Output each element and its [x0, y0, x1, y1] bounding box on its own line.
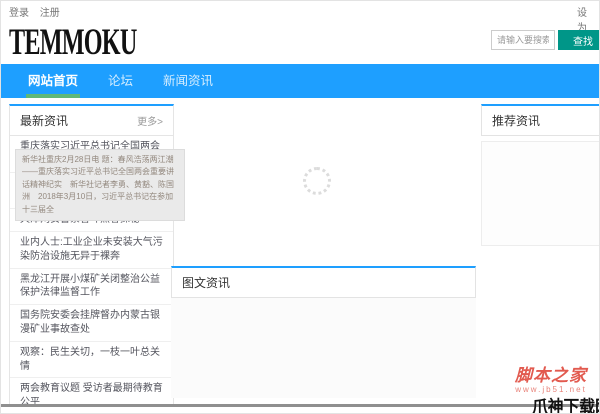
- latest-news-title: 最新资讯: [20, 114, 69, 128]
- jb51-watermark: 脚本之家 www.jb51.net: [509, 367, 593, 394]
- recommended-body: [481, 141, 599, 246]
- news-item[interactable]: 国务院安委会挂牌督办内蒙古银漫矿业事故查处: [10, 305, 173, 342]
- news-item[interactable]: 黑龙江开展小煤矿关闭整治公益保护法律监督工作: [10, 269, 173, 306]
- nav-item[interactable]: 论坛: [93, 64, 148, 98]
- main-nav: 网站首页 论坛 新闻资讯: [1, 64, 599, 98]
- recommended-title: 推荐资讯: [492, 114, 541, 128]
- corner-watermark: 爪神下载网: [532, 397, 599, 414]
- photo-news-header: 图文资讯: [171, 266, 476, 298]
- search-input[interactable]: [491, 30, 555, 50]
- photo-news-panel: 图文资讯: [171, 266, 476, 398]
- nav-item[interactable]: 新闻资讯: [148, 64, 228, 98]
- more-link[interactable]: 更多>: [137, 113, 163, 128]
- search-button[interactable]: 查找: [558, 30, 599, 50]
- jb51-site-name: 脚本之家: [515, 366, 587, 385]
- photo-news-body: [171, 298, 476, 398]
- news-item[interactable]: 业内人士:工业企业未安装大气污染防治设施无异于裸奔: [10, 232, 173, 269]
- recommended-panel: 推荐资讯: [481, 104, 599, 246]
- nav-item[interactable]: 网站首页: [13, 64, 93, 98]
- loading-spinner: [303, 167, 331, 195]
- jb51-site-url: www.jb51.net: [515, 385, 587, 394]
- page-bottom-border: [1, 404, 599, 407]
- topbar-right: 设为: [577, 4, 591, 34]
- news-item[interactable]: 观察：民生关切，一枝一叶总关情: [10, 342, 173, 379]
- site-logo: TEMMOKU: [9, 21, 137, 63]
- search-bar: 查找: [491, 30, 599, 50]
- news-item[interactable]: 两会教育议题 受访者最期待教育公平: [10, 378, 173, 405]
- topbar: 登录 注册 设为: [1, 1, 599, 34]
- login-link[interactable]: 登录: [9, 8, 29, 19]
- latest-news-header: 最新资讯 更多>: [10, 106, 173, 136]
- photo-news-title: 图文资讯: [182, 276, 231, 290]
- register-link[interactable]: 注册: [40, 8, 60, 19]
- recommended-header: 推荐资讯: [481, 104, 599, 136]
- page: 登录 注册 设为 TEMMOKU 查找 网站首页 论坛 新闻资讯 最新资讯 更多…: [0, 0, 600, 414]
- topbar-left: 登录 注册: [9, 4, 68, 19]
- news-tooltip: 新华社重庆2月28日电 题：春风浩荡两江潮——重庆落实习近平总书记全国两会重要讲…: [15, 149, 185, 221]
